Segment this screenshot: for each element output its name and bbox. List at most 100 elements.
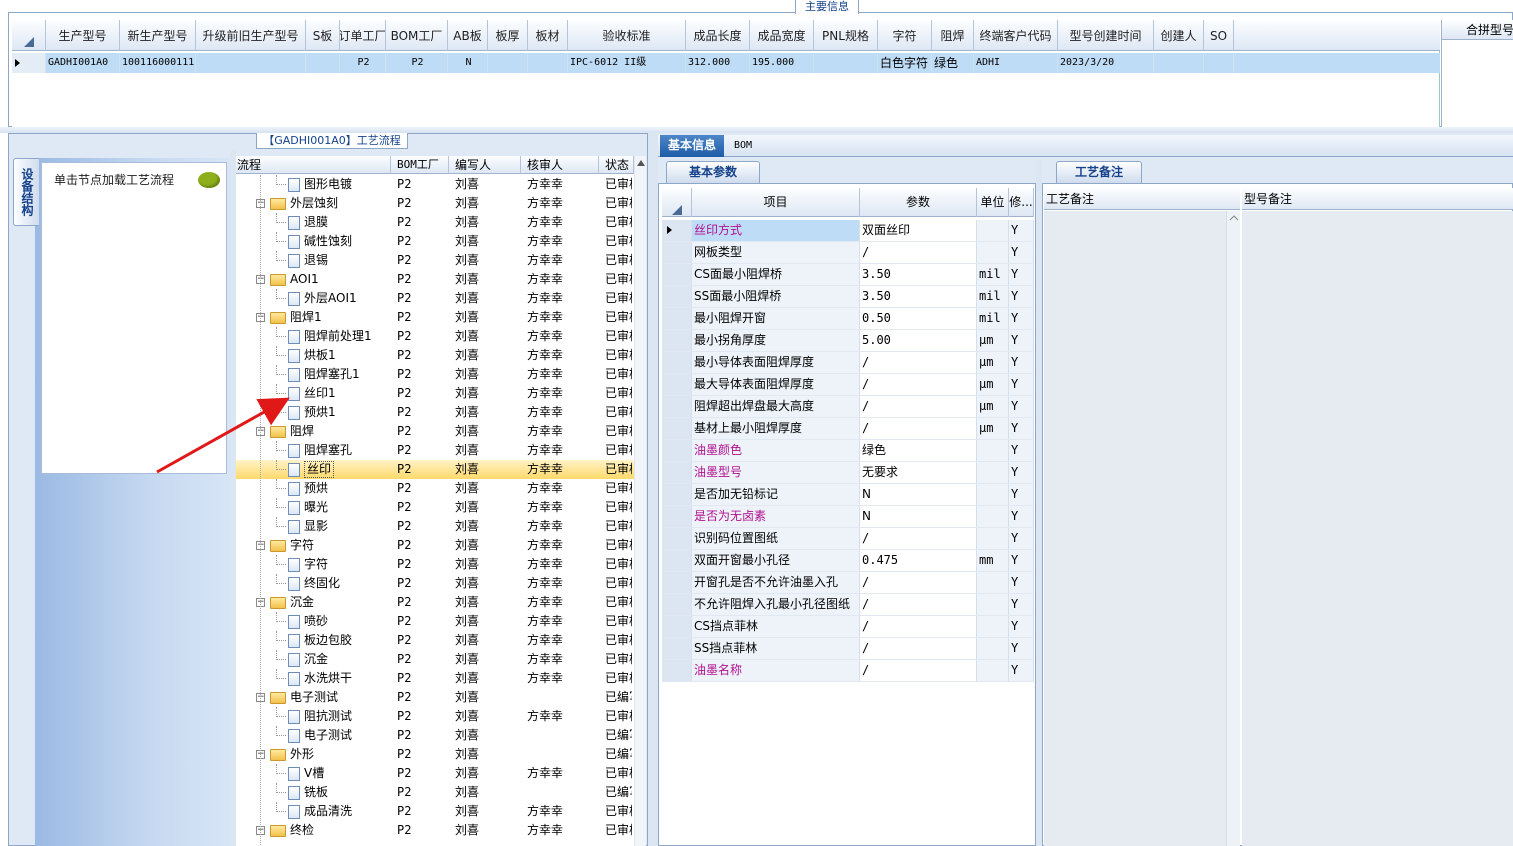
param-value[interactable]: 0.475 bbox=[860, 550, 977, 571]
tree-row[interactable]: −终检P2刘喜方幸幸已审核 bbox=[236, 821, 634, 840]
tree-column-header[interactable]: 核审人 bbox=[521, 156, 599, 174]
column-header[interactable]: 板厚 bbox=[488, 20, 528, 51]
grid-cell[interactable]: 10011600011123 bbox=[120, 53, 196, 73]
grid-cell[interactable]: IPC-6012 II级 bbox=[568, 53, 686, 73]
params-row[interactable]: 最小阻焊开窗 0.50 mil Y bbox=[662, 308, 1034, 330]
tree-scrollbar[interactable] bbox=[634, 156, 646, 846]
tree-row[interactable]: −外形P2刘喜已编写 bbox=[236, 745, 634, 764]
param-value[interactable]: / bbox=[860, 528, 977, 549]
grid-cell[interactable]: 195.000 bbox=[750, 53, 814, 73]
tree-row[interactable]: 丝印1 P2 刘喜 方幸幸 已审核 bbox=[236, 384, 634, 403]
param-value[interactable]: / bbox=[860, 352, 977, 373]
column-header[interactable]: 验收标准 bbox=[568, 20, 686, 51]
param-value[interactable]: 绿色 bbox=[860, 440, 977, 461]
params-row[interactable]: 不允许阻焊入孔最小孔径图纸 / Y bbox=[662, 594, 1034, 616]
tree-row[interactable]: 烘板1 P2 刘喜 方幸幸 已审核 bbox=[236, 346, 634, 365]
notes-scrollbar[interactable] bbox=[1226, 211, 1240, 846]
grid-cell[interactable]: 绿色 bbox=[932, 53, 974, 73]
grid-cell[interactable] bbox=[306, 53, 340, 73]
column-header[interactable]: S板 bbox=[306, 20, 340, 51]
grid-cell[interactable]: 312.000 bbox=[686, 53, 750, 73]
tree-row[interactable]: 曝光 P2 刘喜 方幸幸 已审核 bbox=[236, 498, 634, 517]
tree-row[interactable]: 显影 P2 刘喜 方幸幸 已审核 bbox=[236, 517, 634, 536]
param-value[interactable]: 5.00 bbox=[860, 330, 977, 351]
param-value[interactable]: 0.50 bbox=[860, 308, 977, 329]
tree-row[interactable]: 终固化 P2 刘喜 方幸幸 已审核 bbox=[236, 574, 634, 593]
scroll-up-icon[interactable] bbox=[1227, 211, 1241, 225]
tree-row[interactable]: 水洗烘干 P2 刘喜 方幸幸 已审核 bbox=[236, 669, 634, 688]
grid-cell[interactable] bbox=[1204, 53, 1234, 73]
grid-cell[interactable]: 2023/3/20 bbox=[1058, 53, 1154, 73]
tree-row[interactable]: 外层AOI1 P2 刘喜 方幸幸 已审核 bbox=[236, 289, 634, 308]
tree-row[interactable]: 字符 P2 刘喜 方幸幸 已审核 bbox=[236, 555, 634, 574]
params-row[interactable]: SS挡点菲林 / Y bbox=[662, 638, 1034, 660]
params-column-header[interactable]: 项目 bbox=[692, 188, 860, 217]
param-value[interactable]: 3.50 bbox=[860, 286, 977, 307]
column-header[interactable]: AB板 bbox=[448, 20, 488, 51]
column-header[interactable]: SO bbox=[1204, 20, 1234, 51]
tree-row[interactable]: 预烘 P2 刘喜 方幸幸 已审核 bbox=[236, 479, 634, 498]
tree-row[interactable]: −AOI1P2刘喜方幸幸已审核 bbox=[236, 270, 634, 289]
scroll-up-icon[interactable] bbox=[635, 156, 646, 170]
grid-cell[interactable]: P2 bbox=[386, 53, 448, 73]
param-value[interactable]: / bbox=[860, 594, 977, 615]
tree-row[interactable]: 铣板 P2 刘喜 已编写 bbox=[236, 783, 634, 802]
params-row[interactable]: 开窗孔是否不允许油墨入孔 / Y bbox=[662, 572, 1034, 594]
tab-basic-info[interactable]: 基本信息 bbox=[660, 135, 724, 157]
params-row[interactable]: 最小拐角厚度 5.00 μm Y bbox=[662, 330, 1034, 352]
column-header[interactable]: 字符 bbox=[878, 20, 932, 51]
tree-row[interactable]: 图形电镀 P2 刘喜 方幸幸 已审核 bbox=[236, 175, 634, 194]
tab-process-notes[interactable]: 工艺备注 bbox=[1056, 161, 1142, 183]
param-value[interactable]: / bbox=[860, 242, 977, 263]
params-row[interactable]: 最小导体表面阻焊厚度 / μm Y bbox=[662, 352, 1034, 374]
params-row[interactable]: 阻焊超出焊盘最大高度 / μm Y bbox=[662, 396, 1034, 418]
params-column-header[interactable]: 修... bbox=[1009, 188, 1034, 217]
tree-column-header[interactable]: 流程 bbox=[236, 156, 391, 174]
model-notes-field[interactable] bbox=[1242, 211, 1513, 846]
param-value[interactable]: N bbox=[860, 484, 977, 505]
column-header[interactable]: 订单工厂 bbox=[340, 20, 386, 51]
tree-row[interactable]: 沉金 P2 刘喜 方幸幸 已审核 bbox=[236, 650, 634, 669]
grid-cell[interactable] bbox=[488, 53, 528, 73]
param-value[interactable]: / bbox=[860, 396, 977, 417]
param-value[interactable]: / bbox=[860, 374, 977, 395]
column-header[interactable]: BOM工厂 bbox=[386, 20, 448, 51]
tree-row[interactable]: −阻焊P2刘喜方幸幸已审核 bbox=[236, 422, 634, 441]
params-row[interactable]: SS面最小阻焊桥 3.50 mil Y bbox=[662, 286, 1034, 308]
process-tree[interactable]: 流程BOM工厂编写人核审人状态 图形电镀P2刘喜方幸幸已审核−外层蚀刻P2刘喜方… bbox=[236, 156, 646, 846]
tree-row[interactable]: 板边包胶 P2 刘喜 方幸幸 已审核 bbox=[236, 631, 634, 650]
tree-column-header[interactable]: 编写人 bbox=[449, 156, 521, 174]
column-header[interactable]: 升级前旧生产型号 bbox=[196, 20, 306, 51]
column-header[interactable]: 成品宽度 bbox=[750, 20, 814, 51]
tree-row[interactable]: 电子测试 P2 刘喜 已编写 bbox=[236, 726, 634, 745]
params-row[interactable]: CS挡点菲林 / Y bbox=[662, 616, 1034, 638]
column-header[interactable]: 终端客户代码 bbox=[974, 20, 1058, 51]
process-notes-field[interactable] bbox=[1044, 211, 1240, 846]
grid-cell[interactable] bbox=[528, 53, 568, 73]
tree-row[interactable]: 阻抗测试 P2 刘喜 方幸幸 已审核 bbox=[236, 707, 634, 726]
column-header[interactable]: 型号创建时间 bbox=[1058, 20, 1154, 51]
params-column-header[interactable]: 参数 bbox=[860, 188, 977, 217]
column-header[interactable]: 创建人 bbox=[1154, 20, 1204, 51]
column-header[interactable]: 新生产型号 bbox=[120, 20, 196, 51]
tree-row[interactable]: 退膜 P2 刘喜 方幸幸 已审核 bbox=[236, 213, 634, 232]
tree-row[interactable]: 阻焊前处理1 P2 刘喜 方幸幸 已审核 bbox=[236, 327, 634, 346]
tree-row[interactable]: −沉金P2刘喜方幸幸已审核 bbox=[236, 593, 634, 612]
tab-equipment-structure[interactable]: 设备结构 bbox=[13, 158, 39, 226]
column-header[interactable]: 阻焊 bbox=[932, 20, 974, 51]
tree-row[interactable]: 喷砂 P2 刘喜 方幸幸 已审核 bbox=[236, 612, 634, 631]
tree-row[interactable]: 预烘1 P2 刘喜 方幸幸 已审核 bbox=[236, 403, 634, 422]
params-row[interactable]: CS面最小阻焊桥 3.50 mil Y bbox=[662, 264, 1034, 286]
column-header[interactable]: 成品长度 bbox=[686, 20, 750, 51]
tree-row[interactable]: 成品清洗 P2 刘喜 方幸幸 已审核 bbox=[236, 802, 634, 821]
params-row[interactable]: 是否为无卤素 N Y bbox=[662, 506, 1034, 528]
tree-row[interactable]: 碱性蚀刻 P2 刘喜 方幸幸 已审核 bbox=[236, 232, 634, 251]
param-value[interactable]: / bbox=[860, 638, 977, 659]
tree-row[interactable]: 阻焊塞孔1 P2 刘喜 方幸幸 已审核 bbox=[236, 365, 634, 384]
param-value[interactable]: 双面丝印 bbox=[860, 220, 977, 241]
tab-bom[interactable]: BOM bbox=[734, 137, 752, 155]
column-header[interactable]: PNL规格 bbox=[814, 20, 878, 51]
grid-cell[interactable]: ADHI bbox=[974, 53, 1058, 73]
grid-cell[interactable]: P2 bbox=[340, 53, 386, 73]
params-row[interactable]: 识别码位置图纸 / Y bbox=[662, 528, 1034, 550]
